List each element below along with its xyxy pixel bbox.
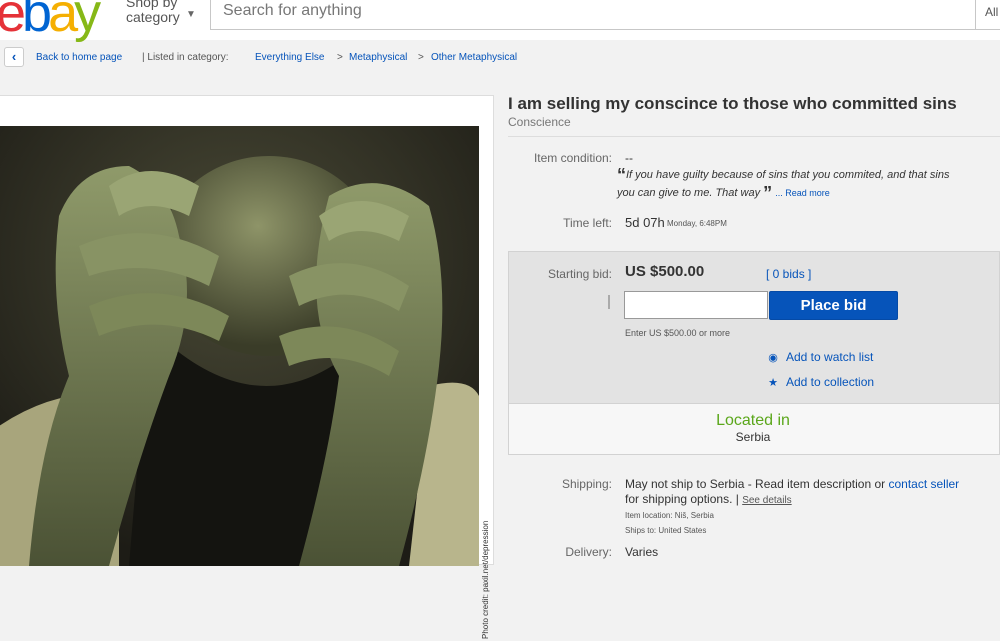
time-left-detail: Monday, 6:48PM (667, 219, 727, 228)
breadcrumb-separator: > (418, 52, 424, 63)
starting-price: US $500.00 (625, 263, 705, 280)
chevron-left-icon[interactable]: ‹ (4, 47, 24, 67)
listing-title: I am selling my conscince to those who c… (508, 94, 957, 113)
location-country: Serbia (735, 430, 771, 444)
add-to-collection-link[interactable]: ★ Add to collection (766, 375, 874, 389)
collection-label: Add to collection (786, 375, 875, 389)
logo-letter-y: y (74, 0, 101, 43)
see-details-link[interactable]: See details (742, 495, 791, 506)
photo-credit: Photo credit: paxil.net/depression (479, 481, 493, 641)
breadcrumb-metaphysical[interactable]: Metaphysical (349, 52, 407, 63)
logo-letter-e: e (0, 0, 26, 43)
ships-to: Ships to: United States (625, 526, 707, 535)
divider (508, 136, 1000, 137)
search-placeholder: Search for anything (223, 2, 362, 19)
listing-subtitle: Conscience (508, 115, 571, 129)
place-bid-button[interactable]: Place bid (769, 291, 898, 320)
top-header: ebay Shop by category ▼ Search for anyth… (0, 0, 1000, 40)
quote-line-1: If you have guilty because of sins that … (626, 169, 950, 181)
located-in-label: Located in (716, 412, 790, 429)
quote-close: ” (763, 183, 773, 203)
shipping-line-1: May not ship to Serbia - Read item descr… (625, 477, 889, 491)
input-cursor-marker (608, 295, 610, 309)
bid-count-link[interactable]: [ 0 bids ] (766, 267, 811, 281)
quote-line-2: you can give to me. That way (617, 187, 761, 199)
quote-open: “ (617, 165, 626, 185)
breadcrumb-other-metaphysical[interactable]: Other Metaphysical (431, 52, 517, 63)
item-location: Item location: Niš, Serbia (625, 511, 714, 520)
search-input[interactable]: Search for anything (210, 0, 976, 30)
bid-amount-input[interactable] (624, 291, 768, 319)
star-icon: ★ (768, 377, 778, 389)
ebay-logo[interactable]: ebay (0, 0, 101, 43)
shipping-info: May not ship to Serbia - Read item descr… (625, 477, 959, 538)
item-condition-label: Item condition: (533, 151, 612, 165)
time-left-value: 5d 07h (625, 215, 665, 230)
item-condition-value: -- (625, 151, 633, 165)
photo-credit-text: Photo credit: paxil.net/depression (481, 520, 490, 639)
chevron-down-icon: ▼ (186, 9, 196, 20)
watch-label: Add to watch list (786, 350, 874, 364)
listed-in-label: | Listed in category: (142, 52, 229, 63)
back-to-home-link[interactable]: Back to home page (36, 52, 122, 63)
breadcrumb-separator: > (337, 52, 343, 63)
item-photo[interactable] (0, 126, 479, 566)
delivery-label: Delivery: (565, 545, 612, 559)
shop-by-category-button[interactable]: Shop by category ▼ (126, 0, 196, 25)
shipping-line-2: for shipping options. | (625, 492, 743, 506)
add-to-watch-list-link[interactable]: ◉ Add to watch list (766, 350, 873, 364)
eye-icon: ◉ (768, 352, 778, 364)
contact-seller-link[interactable]: contact seller (888, 477, 959, 491)
logo-letter-a: a (48, 0, 78, 43)
bid-hint: Enter US $500.00 or more (625, 328, 731, 338)
logo-letter-b: b (22, 0, 52, 43)
time-left-label: Time left: (563, 216, 612, 230)
hands-on-head-image (0, 126, 479, 566)
breadcrumb: ‹ Back to home page | Listed in category… (0, 44, 1000, 68)
read-more-link[interactable]: ... Read more (775, 188, 830, 198)
item-description-quote: “If you have guilty because of sins that… (617, 166, 1000, 202)
image-panel: Photo credit: paxil.net/depression (0, 95, 494, 639)
starting-bid-label: Starting bid: (547, 267, 612, 281)
all-categories-select[interactable]: All (976, 0, 1000, 30)
shipping-label: Shipping: (561, 477, 612, 491)
delivery-value: Varies (625, 545, 659, 559)
category-label: category (126, 9, 180, 25)
breadcrumb-everything-else[interactable]: Everything Else (255, 52, 324, 63)
